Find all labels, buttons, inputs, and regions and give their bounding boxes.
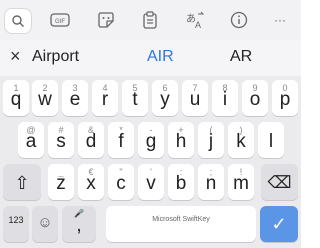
translate-button[interactable]: あ A [183,8,207,32]
numbers-key[interactable]: 123 [3,206,29,242]
sticker-icon [98,12,114,28]
suggestion-bar: × Airport AIR AR [0,40,301,76]
key-v[interactable]: ' v [138,164,164,200]
info-button[interactable] [227,8,251,32]
key-label: p [279,89,291,110]
key-label: o [249,89,261,110]
key-label: d [85,131,97,152]
clipboard-button[interactable] [138,8,162,32]
key-a[interactable]: @ a [18,122,44,158]
key-label: e [69,89,81,110]
key-label: t [132,89,138,110]
key-label: b [175,173,187,194]
key-row-3: ⇧ _ z € x " c ' v :b ; n ! m ⌫ [0,164,301,206]
key-d[interactable]: & d [78,122,104,158]
key-f[interactable]: * f [108,122,134,158]
key-label: q [10,89,22,110]
key-m[interactable]: ! m [228,164,254,200]
translate-icon: あ A [186,11,205,29]
shift-key[interactable]: ⇧ [3,164,41,200]
key-label: v [146,173,156,194]
search-icon [12,15,24,27]
key-label: n [205,173,217,194]
gif-icon: GIF [50,13,70,27]
key-label: z [56,173,66,194]
backspace-key[interactable]: ⌫ [261,164,298,200]
clipboard-icon [143,11,157,29]
comma-key[interactable]: 🎤, [62,206,96,242]
svg-text:GIF: GIF [55,19,65,25]
shift-icon: ⇧ [14,173,30,193]
key-q[interactable]: 1q [3,80,29,116]
svg-text:A: A [195,20,201,29]
more-button[interactable]: ··· [268,8,292,32]
key-label: x [86,173,96,194]
key-label: h [175,131,187,152]
key-k[interactable]: ) k [228,122,254,158]
key-label: k [236,131,246,152]
key-row-4: 123 ☺ 🎤, Microsoft SwiftKey ?!. ✓ [0,206,301,248]
sticker-button[interactable] [94,8,118,32]
key-j[interactable]: (j [198,122,224,158]
key-label: y [160,89,170,110]
gif-button[interactable]: GIF [48,8,72,32]
key-s[interactable]: # s [48,122,74,158]
key-label: l [268,131,274,152]
key-l[interactable]: l [258,122,284,158]
key-row-1: 1q 2w 3e 4r 5t 6y 7u 8i 9o 0p [0,80,301,122]
key-y[interactable]: 6y [152,80,178,116]
key-u[interactable]: 7u [182,80,208,116]
keyboard: GIF あ A ··· × Airport AIR AR 1 q 2 w 3 e… [0,0,301,248]
key-g[interactable]: -g [138,122,164,158]
key-label: 123 [8,215,24,225]
key-label: m [233,173,249,194]
key-h[interactable]: + h [168,122,194,158]
key-label: w [38,89,52,110]
key-label: a [25,131,37,152]
key-b[interactable]: :b [168,164,194,200]
checkmark-icon: ✓ [271,214,287,234]
enter-key[interactable]: ✓ [260,206,298,242]
more-icon: ··· [274,13,286,27]
key-t[interactable]: 5t [122,80,148,116]
key-e[interactable]: 3e [62,80,88,116]
key-label: c [116,173,126,194]
key-n[interactable]: ; n [198,164,224,200]
key-o[interactable]: 9o [242,80,268,116]
space-bar-label: Microsoft SwiftKey [152,216,210,223]
key-c[interactable]: " c [108,164,134,200]
backspace-icon: ⌫ [267,173,292,192]
key-z[interactable]: _ z [48,164,74,200]
key-i[interactable]: 8i [212,80,238,116]
key-x[interactable]: € x [78,164,104,200]
key-r[interactable]: 4r [92,80,118,116]
emoji-key[interactable]: ☺ [32,206,58,242]
key-label: j [208,131,214,152]
info-icon [230,11,248,29]
suggestion-2[interactable]: AIR [147,47,174,67]
toolbar: GIF あ A ··· [0,0,301,40]
search-button[interactable] [4,8,32,34]
key-label: g [145,131,157,152]
suggestion-3[interactable]: AR [230,47,252,67]
key-label: r [101,89,109,110]
key-label: u [189,89,201,110]
key-row-2: @ a # s & d * f -g + h (j ) k l [0,122,301,164]
collapse-suggestions-icon[interactable]: × [10,46,21,66]
space-bar[interactable]: Microsoft SwiftKey [106,206,256,242]
suggestion-1[interactable]: Airport [32,47,79,67]
key-label: , [76,215,82,236]
key-label: f [118,131,124,152]
key-label: i [222,89,228,110]
key-p[interactable]: 0p [272,80,298,116]
key-label: s [56,131,66,152]
key-w[interactable]: 2w [32,80,58,116]
emoji-icon: ☺ [37,214,53,231]
